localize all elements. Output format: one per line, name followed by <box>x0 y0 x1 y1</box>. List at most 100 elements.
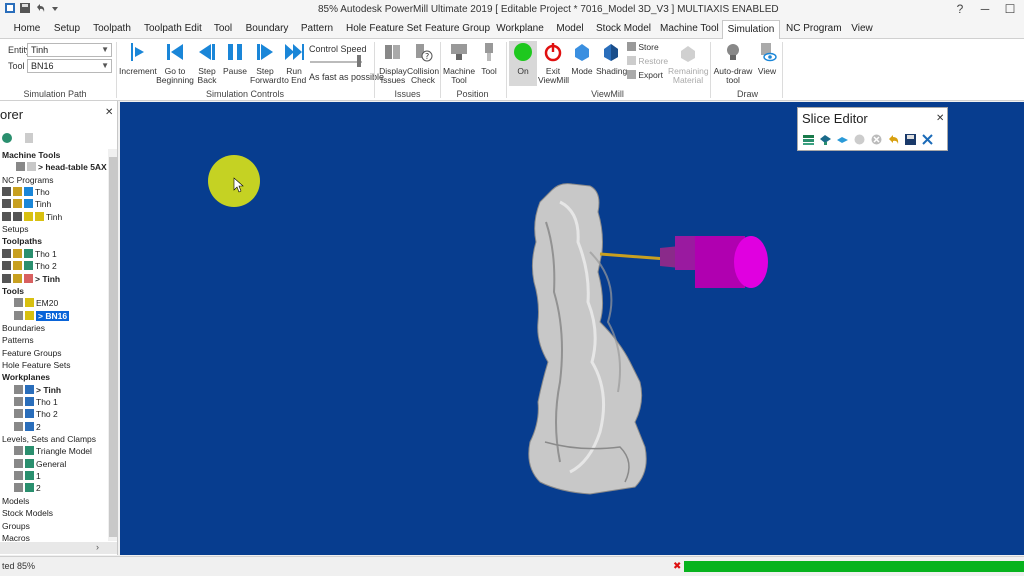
stop-icon[interactable]: ✖ <box>673 561 681 572</box>
tab-model[interactable]: Model <box>553 20 587 39</box>
tab-toolpath-edit[interactable]: Toolpath Edit <box>144 20 202 39</box>
step-back-button[interactable]: Step Back <box>195 41 219 85</box>
tree-item[interactable]: > Tinh <box>2 273 60 285</box>
tree-item[interactable]: Tho 2 <box>2 260 57 272</box>
tree-item[interactable]: Tho 1 <box>2 248 57 260</box>
mode-label: Mode <box>571 66 593 76</box>
export-button[interactable]: Export <box>627 70 669 80</box>
tree-item[interactable]: NC Programs <box>2 174 53 186</box>
tree-item[interactable]: Groups <box>2 520 30 532</box>
scrollbar-thumb[interactable] <box>109 157 117 537</box>
tree-item[interactable]: Stock Models <box>2 507 53 519</box>
tree-item[interactable]: Toolpaths <box>2 235 42 247</box>
slice-save-icon[interactable] <box>904 133 917 146</box>
slice-plane-icon[interactable] <box>819 133 832 146</box>
save-icon[interactable] <box>19 2 31 14</box>
restore-button[interactable]: Restore <box>627 56 671 66</box>
minimize-icon[interactable]: ─ <box>978 2 992 16</box>
tab-stock-model[interactable]: Stock Model <box>596 20 651 39</box>
position-tool-button[interactable]: Tool <box>478 41 500 76</box>
graphics-viewport[interactable] <box>120 102 1024 555</box>
undo-icon[interactable] <box>34 2 46 14</box>
mode-button[interactable]: Mode <box>570 41 594 76</box>
run-to-end-button[interactable]: Run to End <box>281 41 307 85</box>
speed-slider-thumb[interactable] <box>357 55 361 67</box>
tab-machine-tool[interactable]: Machine Tool <box>660 20 719 39</box>
tree-item[interactable]: EM20 <box>14 297 58 309</box>
tree-item[interactable]: Workplanes <box>2 371 50 383</box>
collision-check-button[interactable]: ? Collision Check <box>406 41 440 85</box>
display-issues-button[interactable]: Display Issues <box>377 41 409 85</box>
go-to-beginning-icon <box>156 41 194 65</box>
draw-view-button[interactable]: View <box>755 41 779 76</box>
slice-undo-icon[interactable] <box>887 133 900 146</box>
tree-item[interactable]: Hole Feature Sets <box>2 359 71 371</box>
tree-item[interactable]: Patterns <box>2 334 34 346</box>
tool-select[interactable]: BN16 ▼ <box>27 59 112 73</box>
globe-icon[interactable] <box>2 133 12 143</box>
shading-button[interactable]: Shading <box>596 41 627 76</box>
tree-item[interactable]: Levels, Sets and Clamps <box>2 433 96 445</box>
tab-nc-program[interactable]: NC Program <box>786 20 842 39</box>
viewmill-on-button[interactable]: On <box>509 41 537 86</box>
tab-workplane[interactable]: Workplane <box>496 20 544 39</box>
entity-select[interactable]: Tinh ▼ <box>27 43 112 57</box>
tree-item[interactable]: Models <box>2 495 29 507</box>
tab-simulation[interactable]: Simulation <box>722 20 780 39</box>
slice-tools-icon[interactable] <box>921 133 934 146</box>
step-forward-button[interactable]: Step Forward <box>250 41 281 85</box>
maximize-icon[interactable]: ☐ <box>1003 2 1017 16</box>
tree-item[interactable]: Feature Groups <box>2 347 62 359</box>
slice-disabled-icon[interactable] <box>853 133 866 146</box>
slice-editor-title: Slice Editor <box>802 111 868 126</box>
tab-toolpath[interactable]: Toolpath <box>92 20 132 39</box>
remaining-material-button[interactable]: Remaining Material <box>668 41 709 85</box>
tree-item[interactable]: Tho 2 <box>14 408 58 420</box>
tree-item[interactable]: 2 <box>14 421 41 433</box>
explorer-vertical-scrollbar[interactable] <box>108 149 117 541</box>
tree-item[interactable]: Tinh <box>2 211 62 223</box>
explorer-horizontal-scrollbar[interactable]: › <box>0 542 117 554</box>
tab-hole-feature-set[interactable]: Hole Feature Set <box>346 20 422 39</box>
tree-item[interactable]: Boundaries <box>2 322 45 334</box>
increment-button[interactable]: Increment <box>119 41 157 76</box>
tree-item[interactable]: Tools <box>2 285 24 297</box>
tab-tool[interactable]: Tool <box>209 20 237 39</box>
pause-button[interactable]: Pause <box>222 41 248 76</box>
tree-item[interactable]: > head-table 5AX <box>16 161 107 173</box>
dropdown-arrow-icon[interactable] <box>49 2 61 14</box>
tab-boundary[interactable]: Boundary <box>245 20 289 39</box>
tree-item[interactable]: Triangle Model <box>14 445 92 457</box>
trash-icon[interactable] <box>25 133 34 143</box>
speed-slider-track[interactable] <box>310 61 362 63</box>
slice-layers-icon[interactable] <box>802 133 815 146</box>
chevron-right-icon[interactable]: › <box>96 542 99 552</box>
machine-tool-button[interactable]: Machine Tool <box>443 41 475 85</box>
auto-draw-tool-button[interactable]: Auto-draw tool <box>713 41 753 85</box>
tab-setup[interactable]: Setup <box>50 20 84 39</box>
close-icon[interactable]: ✕ <box>936 113 944 124</box>
tree-item[interactable]: Setups <box>2 223 28 235</box>
tree-item[interactable]: 1 <box>14 470 41 482</box>
slice-section-icon[interactable] <box>836 133 849 146</box>
store-button[interactable]: Store <box>627 42 669 52</box>
tree-item[interactable]: Tinh <box>2 198 51 210</box>
app-icon[interactable] <box>4 2 16 14</box>
tree-item-icon <box>13 248 22 258</box>
tree-item[interactable]: > Tinh <box>14 384 61 396</box>
tree-item[interactable]: Tho 1 <box>14 396 58 408</box>
tab-view[interactable]: View <box>848 20 876 39</box>
slice-delete-icon[interactable] <box>870 133 883 146</box>
exit-viewmill-button[interactable]: Exit ViewMill <box>538 41 569 85</box>
tab-pattern[interactable]: Pattern <box>299 20 335 39</box>
help-icon[interactable]: ? <box>953 2 967 16</box>
tree-item[interactable]: > BN16 <box>14 310 70 322</box>
tab-feature-group[interactable]: Feature Group <box>425 20 490 39</box>
go-to-beginning-button[interactable]: Go to Beginning <box>156 41 194 85</box>
tree-item[interactable]: 2 <box>14 482 41 494</box>
tree-item[interactable]: Tho <box>2 186 50 198</box>
tab-home[interactable]: Home <box>10 20 44 39</box>
close-icon[interactable]: ✕ <box>105 107 113 118</box>
tree-item[interactable]: General <box>14 458 66 470</box>
tree-item[interactable]: Machine Tools <box>2 149 60 161</box>
